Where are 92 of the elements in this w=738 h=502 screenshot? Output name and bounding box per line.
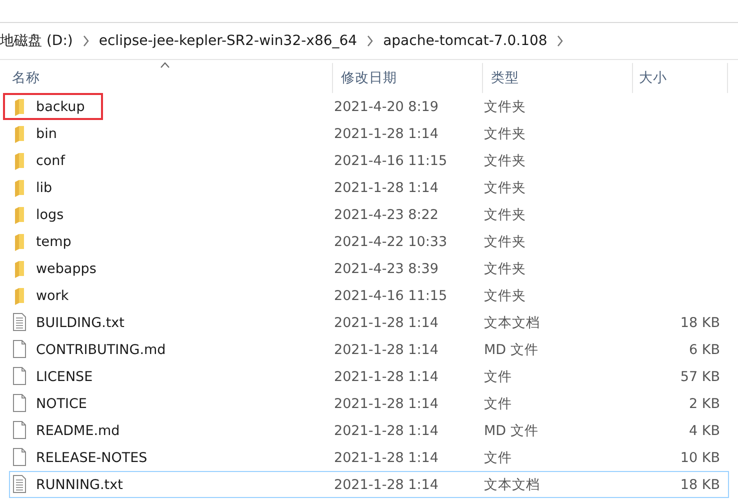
file-type: 文件夹 xyxy=(484,98,526,116)
document-icon xyxy=(12,394,27,413)
file-name[interactable]: RELEASE-NOTES xyxy=(36,450,148,466)
file-row[interactable]: temp 2021-4-22 10:33 文件夹 xyxy=(9,228,729,255)
file-size: 10 KB xyxy=(680,450,720,466)
folder-icon xyxy=(12,232,27,251)
modified-date: 2021-4-22 10:33 xyxy=(334,234,448,250)
modified-date: 2021-1-28 1:14 xyxy=(334,476,438,492)
file-type: 文件夹 xyxy=(484,260,526,278)
file-name[interactable]: LICENSE xyxy=(36,368,93,384)
file-name[interactable]: RUNNING.txt xyxy=(36,476,123,492)
document-icon xyxy=(12,448,27,467)
file-row[interactable]: RELEASE-NOTES 2021-1-28 1:14 文件 10 KB xyxy=(9,444,729,471)
folder-icon xyxy=(12,97,27,116)
file-type: 文件夹 xyxy=(484,124,526,142)
file-type: 文件 xyxy=(484,448,512,466)
document-icon xyxy=(12,421,27,440)
file-row[interactable]: RUNNING.txt 2021-1-28 1:14 文本文档 18 KB xyxy=(9,471,729,498)
document-icon xyxy=(12,367,27,386)
file-row[interactable]: conf 2021-4-16 11:15 文件夹 xyxy=(9,147,729,174)
file-type: MD 文件 xyxy=(484,340,538,358)
modified-date: 2021-1-28 1:14 xyxy=(334,126,438,142)
file-row[interactable]: backup 2021-4-20 8:19 文件夹 xyxy=(9,93,729,120)
column-header[interactable]: 类型 xyxy=(483,63,633,93)
file-type: 文件 xyxy=(484,368,512,386)
file-type: MD 文件 xyxy=(484,422,538,440)
file-name[interactable]: README.md xyxy=(36,422,120,438)
file-name[interactable]: NOTICE xyxy=(36,396,87,412)
folder-icon xyxy=(12,259,27,278)
breadcrumb-item[interactable]: 地磁盘 (D:) xyxy=(0,32,73,50)
modified-date: 2021-4-16 11:15 xyxy=(334,288,448,304)
file-type: 文件夹 xyxy=(484,286,526,304)
file-name[interactable]: backup xyxy=(36,98,85,114)
file-type: 文件夹 xyxy=(484,206,526,224)
file-row[interactable]: LICENSE 2021-1-28 1:14 文件 57 KB xyxy=(9,363,729,390)
modified-date: 2021-1-28 1:14 xyxy=(334,422,438,438)
file-name[interactable]: logs xyxy=(36,206,64,222)
file-row[interactable]: webapps 2021-4-23 8:39 文件夹 xyxy=(9,255,729,282)
modified-date: 2021-4-16 11:15 xyxy=(334,152,448,168)
file-row[interactable]: NOTICE 2021-1-28 1:14 文件 2 KB xyxy=(9,390,729,417)
breadcrumb-item[interactable]: apache-tomcat-7.0.108 xyxy=(383,33,548,49)
folder-icon xyxy=(12,286,27,305)
text-document-icon xyxy=(12,475,27,494)
file-size: 2 KB xyxy=(689,396,720,412)
modified-date: 2021-4-23 8:39 xyxy=(334,260,438,276)
folder-icon xyxy=(12,151,27,170)
file-row[interactable]: lib 2021-1-28 1:14 文件夹 xyxy=(9,174,729,201)
file-name[interactable]: webapps xyxy=(36,260,96,276)
folder-icon xyxy=(12,205,27,224)
modified-date: 2021-4-20 8:19 xyxy=(334,98,438,114)
chevron-icon xyxy=(366,35,374,47)
file-row[interactable]: bin 2021-1-28 1:14 文件夹 xyxy=(9,120,729,147)
file-row[interactable]: README.md 2021-1-28 1:14 MD 文件 4 KB xyxy=(9,417,729,444)
file-type: 文件夹 xyxy=(484,152,526,170)
file-name[interactable]: BUILDING.txt xyxy=(36,314,124,330)
chevron-icon xyxy=(82,35,90,47)
file-type: 文件夹 xyxy=(484,178,526,196)
file-name[interactable]: work xyxy=(36,288,69,304)
file-name[interactable]: CONTRIBUTING.md xyxy=(36,342,166,358)
column-header[interactable]: 大小 xyxy=(633,63,728,93)
file-row[interactable]: BUILDING.txt 2021-1-28 1:14 文本文档 18 KB xyxy=(9,309,729,336)
modified-date: 2021-1-28 1:14 xyxy=(334,450,438,466)
breadcrumb-item[interactable]: eclipse-jee-kepler-SR2-win32-x86_64 xyxy=(98,33,358,49)
column-header[interactable]: 名称 xyxy=(0,63,333,93)
file-name[interactable]: conf xyxy=(36,152,65,168)
modified-date: 2021-1-28 1:14 xyxy=(334,180,438,196)
file-size: 4 KB xyxy=(689,422,720,438)
file-row[interactable]: work 2021-4-16 11:15 文件夹 xyxy=(9,282,729,309)
modified-date: 2021-1-28 1:14 xyxy=(334,314,438,330)
document-icon xyxy=(12,340,27,359)
modified-date: 2021-1-28 1:14 xyxy=(334,342,438,358)
file-size: 18 KB xyxy=(680,476,720,492)
file-size: 6 KB xyxy=(689,342,720,358)
file-row[interactable]: CONTRIBUTING.md 2021-1-28 1:14 MD 文件 6 KB xyxy=(9,336,729,363)
file-name[interactable]: lib xyxy=(36,180,52,196)
file-type: 文本文档 xyxy=(484,476,540,494)
file-type: 文件夹 xyxy=(484,232,526,250)
text-document-icon xyxy=(12,313,27,332)
file-type: 文本文档 xyxy=(484,314,540,332)
file-row[interactable]: logs 2021-4-23 8:22 文件夹 xyxy=(9,201,729,228)
file-size: 57 KB xyxy=(680,368,720,384)
modified-date: 2021-1-28 1:14 xyxy=(334,368,438,384)
folder-icon xyxy=(12,178,27,197)
file-name[interactable]: temp xyxy=(36,234,72,250)
file-size: 18 KB xyxy=(680,314,720,330)
file-type: 文件 xyxy=(484,394,512,412)
file-name[interactable]: bin xyxy=(36,126,57,142)
modified-date: 2021-4-23 8:22 xyxy=(334,206,438,222)
chevron-icon xyxy=(556,35,564,47)
modified-date: 2021-1-28 1:14 xyxy=(334,396,438,412)
column-header[interactable]: 修改日期 xyxy=(333,63,483,93)
folder-icon xyxy=(12,124,27,143)
